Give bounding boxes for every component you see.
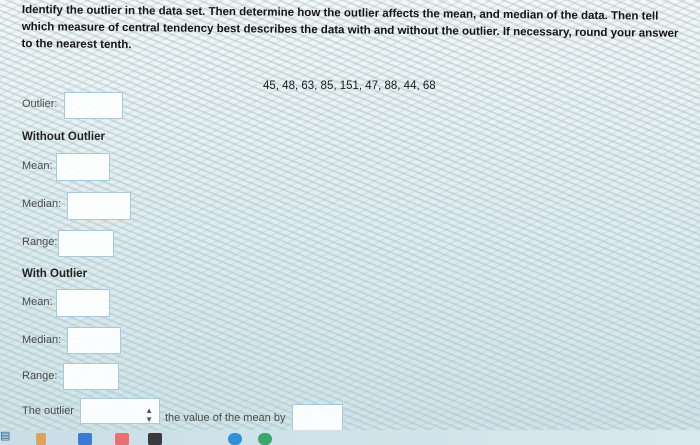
data-set: 45, 48, 63, 85, 151, 47, 88, 44, 68	[263, 80, 436, 92]
app-icon-3[interactable]	[115, 433, 129, 445]
outlier-label: Outlier:	[22, 98, 58, 110]
app-icon-2[interactable]	[78, 433, 92, 445]
window-edge-icon: ▤	[0, 430, 11, 442]
without-range-input[interactable]	[58, 230, 114, 257]
outlier-input[interactable]	[64, 92, 123, 119]
with-outlier-heading: With Outlier	[22, 268, 88, 280]
sentence-prefix: The outlier	[22, 405, 74, 417]
app-icon-5[interactable]	[228, 433, 242, 445]
without-mean-label: Mean:	[22, 160, 53, 172]
with-mean-input[interactable]	[56, 289, 110, 317]
with-range-input[interactable]	[63, 363, 119, 390]
app-icon-6[interactable]	[258, 433, 272, 445]
app-icon-4[interactable]	[148, 433, 162, 445]
app-icon-1[interactable]	[36, 433, 46, 445]
without-outlier-heading: Without Outlier	[22, 131, 105, 143]
with-mean-label: Mean:	[22, 296, 53, 308]
mean-change-input[interactable]	[292, 404, 343, 431]
with-range-label: Range:	[22, 370, 58, 382]
with-median-input[interactable]	[67, 327, 121, 354]
without-mean-input[interactable]	[56, 153, 110, 181]
effect-select[interactable]: ▲ ▼	[80, 398, 160, 424]
sentence-middle: the value of the mean by	[165, 412, 286, 424]
without-range-label: Range:	[22, 236, 58, 248]
with-median-label: Median:	[22, 334, 62, 346]
taskbar	[0, 430, 700, 445]
question-instructions: Identify the outlier in the data set. Th…	[21, 3, 679, 52]
up-down-arrow-icon: ▲ ▼	[145, 406, 153, 424]
without-median-label: Median:	[22, 198, 62, 210]
without-median-input[interactable]	[67, 192, 131, 220]
